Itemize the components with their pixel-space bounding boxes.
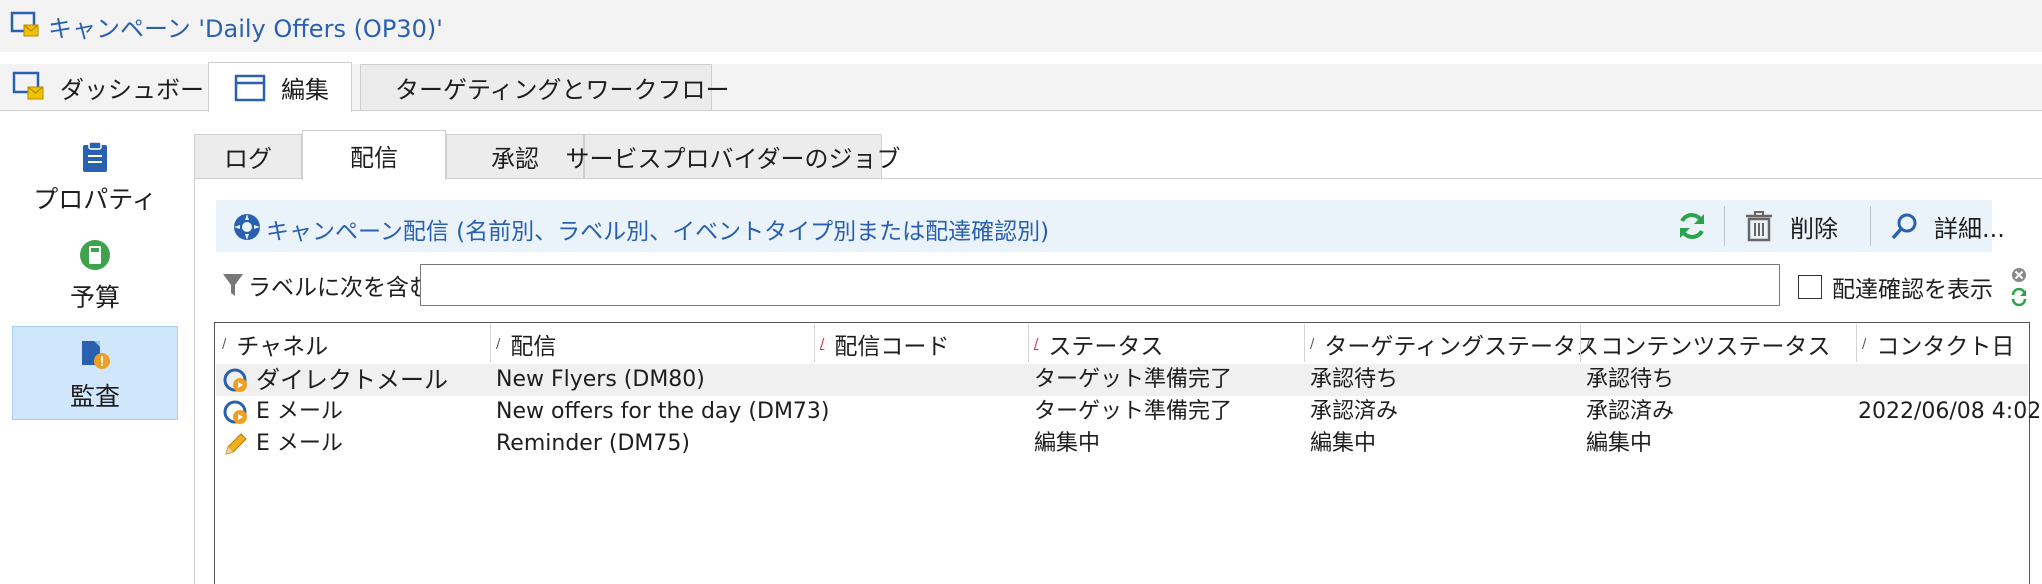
search-icon [1891,213,1917,240]
channel-cell: E メール [256,431,343,456]
contact-date-cell: 2022/06/08 4:02 [1858,399,2042,424]
table-row[interactable]: ダイレクトメール New Flyers (DM80) ターゲット準備完了 承認待… [216,364,2028,396]
header-label: ターゲティングステータス [1324,334,1600,360]
side-item-label: 予算 [69,283,120,312]
toolbar-separator [1724,206,1725,246]
column-divider[interactable] [1304,324,1305,362]
column-divider[interactable] [490,324,491,362]
tab-provider-jobs[interactable]: サービスプロバイダーのジョブ [565,134,901,178]
col-header-contact-date[interactable]: / コンタクト日 [1862,326,2014,362]
tab-log[interactable]: ログ [194,134,302,178]
delivery-cell: Reminder (DM75) [496,431,690,456]
col-header-targeting-status[interactable]: / ターゲティングステータス [1310,326,1599,362]
col-header-status[interactable]: / ステータス [1034,326,1163,362]
details-button[interactable]: 詳細... [1890,206,2005,246]
show-confirm-checkbox[interactable]: 配達確認を表示 [1798,270,1993,304]
column-divider[interactable] [1028,324,1029,362]
targeting-status-cell: 承認待ち [1310,367,1399,392]
audit-icon [82,341,110,369]
side-item-audit[interactable]: 監査 [12,326,178,420]
tab-delivery[interactable]: 配信 [302,130,446,180]
tab-edit[interactable]: 編集 [208,62,352,112]
header-label: ステータス [1048,334,1164,360]
filter-label-text: ラベルに次を含む: [248,275,440,301]
header-label: コンテンツステータス [1600,334,1831,360]
header-label: 配信コード [834,334,950,360]
toolbar-title: キャンペーン配信 (名前別、ラベル別、イベントタイプ別または配達確認別) [266,219,1050,245]
col-header-content-status[interactable]: / コンテンツステータス [1586,326,1830,362]
checkbox-box[interactable] [1798,275,1822,299]
content-status-cell: 編集中 [1586,431,1653,456]
clipboard-icon [83,141,107,172]
delivery-cell: New Flyers (DM80) [496,367,705,392]
col-header-delivery-code[interactable]: / 配信コード [820,326,949,362]
column-divider[interactable] [814,324,815,362]
status-cell: ターゲット準備完了 [1034,399,1233,424]
tab-approval[interactable]: 承認 [446,134,584,178]
content-status-cell: 承認済み [1586,399,1675,424]
channel-cell: E メール [256,399,343,424]
tab-label: ダッシュボード [60,75,228,104]
column-divider[interactable] [1856,324,1857,362]
targeting-status-cell: 承認済み [1310,399,1399,424]
header-label: 配信 [510,334,557,360]
details-label: 詳細... [1934,214,2005,243]
form-icon [234,74,266,101]
col-header-channel[interactable]: / チャネル [222,326,328,362]
delivery-cell: New offers for the day (DM73) [496,399,830,424]
tab-dashboard[interactable]: ダッシュボード [12,64,228,110]
table-row[interactable]: E メール Reminder (DM75) 編集中 編集中 編集中 [216,428,2028,460]
trash-icon [1746,211,1772,242]
side-item-label: 監査 [69,382,120,411]
table-row[interactable]: E メール New offers for the day (DM73) ターゲッ… [216,396,2041,428]
dashboard-icon [12,71,44,100]
refresh-button[interactable] [1676,206,1708,246]
col-header-delivery[interactable]: / 配信 [496,326,556,362]
filter-label: ラベルに次を含む: [222,268,440,302]
tab-label: 編集 [281,76,329,104]
status-cell: ターゲット準備完了 [1034,367,1233,392]
clear-filter-icon[interactable] [2010,266,2028,288]
header-label: コンタクト日 [1876,334,2015,360]
delete-label: 削除 [1790,214,1838,243]
label-filter-input[interactable] [420,264,1780,306]
targeting-status-cell: 編集中 [1310,431,1377,456]
channel-cell: ダイレクトメール [256,366,448,394]
window-title: キャンペーン 'Daily Offers (OP30)' [48,15,443,43]
toolbar-separator [1870,206,1871,246]
side-item-properties[interactable]: プロパティ [12,140,178,216]
calculator-icon [80,240,110,270]
refresh-icon [1680,213,1704,239]
content-status-cell: 承認待ち [1586,367,1675,392]
subtab-baseline [194,178,2042,179]
campaign-icon [10,10,40,44]
side-item-budget[interactable]: 予算 [12,238,178,314]
filter-icon [223,274,243,296]
content-border [194,178,195,584]
delete-button[interactable]: 削除 [1744,206,1838,246]
refresh-filter-icon[interactable] [2010,287,2028,310]
delivery-icon [232,212,262,246]
pencil-icon [222,430,250,468]
tab-label: ターゲティングとワークフロー [395,76,730,104]
tab-targeting-workflow[interactable]: ターゲティングとワークフロー [360,64,730,110]
checkbox-label: 配達確認を表示 [1832,277,1993,303]
side-item-label: プロパティ [33,185,157,214]
status-cell: 編集中 [1034,431,1101,456]
column-divider[interactable] [1580,324,1581,362]
header-label: チャネル [236,334,329,360]
